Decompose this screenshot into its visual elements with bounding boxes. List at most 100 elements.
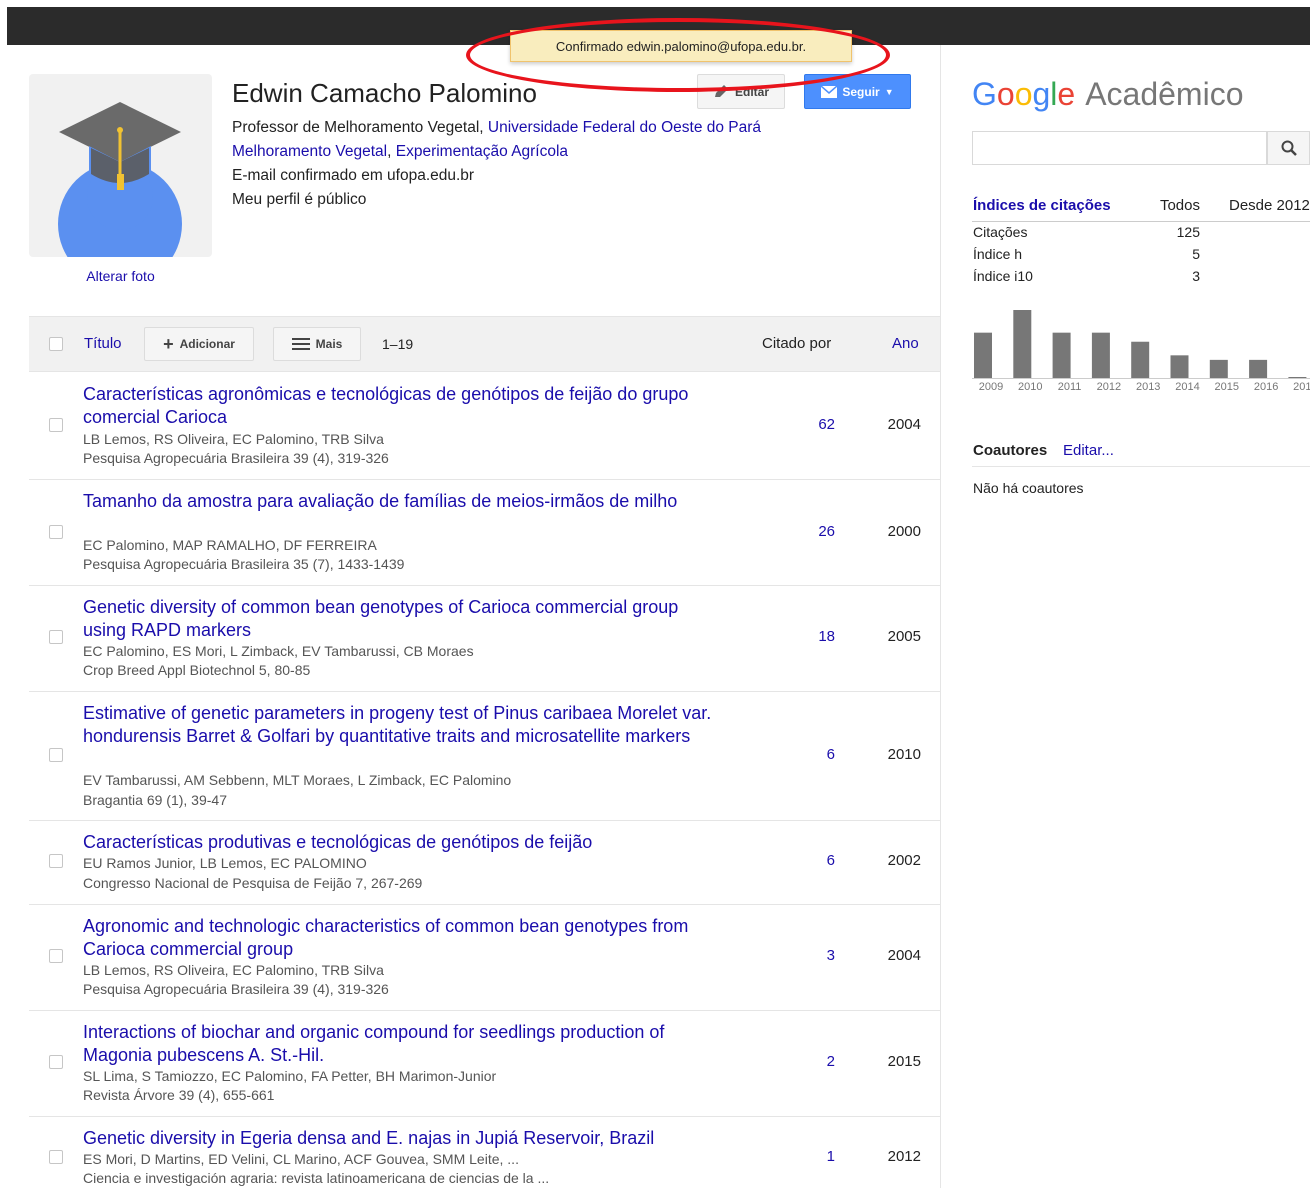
row-checkbox[interactable] — [49, 630, 63, 644]
chart-tick-label: 2015 — [1215, 381, 1239, 393]
annotation-circle — [466, 18, 890, 92]
chart-bar-2012[interactable] — [1091, 332, 1110, 378]
search-button[interactable] — [1267, 131, 1310, 165]
article-venue: Pesquisa Agropecuária Brasileira 35 (7),… — [83, 556, 405, 572]
chart-tick-label: 2013 — [1136, 381, 1160, 393]
chart-bar-2011[interactable] — [1052, 332, 1071, 378]
row-checkbox[interactable] — [49, 949, 63, 963]
sort-by-cited[interactable]: Citado por — [762, 335, 831, 352]
google-scholar-logo[interactable]: Google Acadêmico — [972, 76, 1243, 113]
table-row: Estimative of genetic parameters in prog… — [29, 692, 940, 821]
google-wordmark: Google — [972, 76, 1076, 112]
article-year: 2002 — [887, 852, 921, 869]
row-checkbox[interactable] — [49, 525, 63, 539]
chart-tick-label: 2012 — [1097, 381, 1121, 393]
table-row: Interactions of biochar and organic comp… — [29, 1011, 940, 1117]
row-checkbox[interactable] — [49, 854, 63, 868]
article-title-link[interactable]: Agronomic and technologic characteristic… — [83, 915, 723, 961]
table-row: Genetic diversity of common bean genotyp… — [29, 586, 940, 692]
affiliation-link[interactable]: Universidade Federal do Oeste do Pará — [488, 119, 761, 136]
article-title-link[interactable]: Características produtivas e tecnológica… — [83, 831, 723, 854]
col-all-header: Todos — [1159, 197, 1200, 214]
stat-all-value: 125 — [1176, 224, 1200, 240]
more-menu-button[interactable]: Mais — [273, 327, 361, 361]
chart-bar-2013[interactable] — [1131, 341, 1150, 378]
article-year: 2012 — [887, 1148, 921, 1165]
article-venue: Crop Breed Appl Biotechnol 5, 80-85 — [83, 662, 311, 678]
change-photo-link[interactable]: Alterar foto — [29, 268, 212, 284]
stat-all-value: 5 — [1192, 246, 1200, 262]
stat-since-value: 44 — [1229, 224, 1310, 240]
article-venue: Pesquisa Agropecuária Brasileira 39 (4),… — [83, 981, 389, 997]
sort-by-title[interactable]: Título — [84, 335, 122, 352]
row-checkbox[interactable] — [49, 1055, 63, 1069]
article-title-link[interactable]: Tamanho da amostra para avaliação de fam… — [83, 490, 723, 513]
citation-indices-title[interactable]: Índices de citações — [973, 197, 1111, 214]
chart-bar-2010[interactable] — [1013, 310, 1032, 378]
article-venue: Ciencia e investigación agraria: revista… — [83, 1170, 550, 1186]
cited-by-link[interactable]: 1 — [769, 1148, 835, 1165]
chart-bar-2015[interactable] — [1209, 359, 1228, 378]
chart-tick-label: 2016 — [1254, 381, 1278, 393]
stats-divider — [972, 221, 1310, 222]
article-title-link[interactable]: Genetic diversity of common bean genotyp… — [83, 596, 723, 642]
chart-tick-label: 2009 — [979, 381, 1003, 393]
sort-by-year[interactable]: Ano — [892, 335, 919, 352]
add-article-button[interactable]: + Adicionar — [144, 327, 254, 361]
coauthors-edit-link[interactable]: Editar... — [1063, 442, 1114, 459]
article-authors: EC Palomino, MAP RAMALHO, DF FERREIRA — [83, 537, 377, 553]
product-name: Acadêmico — [1085, 76, 1244, 112]
graduate-avatar-icon — [58, 102, 182, 257]
chevron-down-icon: ▼ — [884, 86, 894, 97]
chart-tick-label: 2017 — [1293, 381, 1310, 393]
article-authors: EU Ramos Junior, LB Lemos, EC PALOMINO — [83, 855, 367, 871]
stat-label: Citações — [973, 224, 1028, 240]
table-row: Genetic diversity in Egeria densa and E.… — [29, 1117, 940, 1188]
article-authors: LB Lemos, RS Oliveira, EC Palomino, TRB … — [83, 962, 384, 978]
article-year: 2000 — [887, 523, 921, 540]
profile-public-status: Meu perfil é público — [232, 191, 367, 208]
table-row: Características produtivas e tecnológica… — [29, 821, 940, 905]
results-range: 1–19 — [382, 336, 414, 352]
article-year: 2004 — [887, 416, 921, 433]
row-checkbox[interactable] — [49, 748, 63, 762]
article-venue: Pesquisa Agropecuária Brasileira 39 (4),… — [83, 450, 389, 466]
select-all-checkbox[interactable] — [49, 337, 63, 351]
cited-by-link[interactable]: 26 — [769, 523, 835, 540]
article-title-link[interactable]: Características agronômicas e tecnológic… — [83, 383, 723, 429]
cited-by-link[interactable]: 6 — [769, 852, 835, 869]
search-input[interactable] — [972, 131, 1267, 165]
chart-bar-2014[interactable] — [1170, 355, 1189, 378]
menu-icon — [291, 338, 310, 350]
profile-role: Professor de Melhoramento Vegetal, — [232, 119, 484, 136]
search-icon — [1281, 140, 1297, 156]
profile-affiliation-line: Professor de Melhoramento Vegetal, Unive… — [232, 116, 761, 140]
article-year: 2015 — [887, 1053, 921, 1070]
profile-photo[interactable] — [29, 74, 212, 257]
chart-tick-label: 2010 — [1018, 381, 1042, 393]
article-year: 2004 — [887, 947, 921, 964]
article-authors: LB Lemos, RS Oliveira, EC Palomino, TRB … — [83, 431, 384, 447]
table-row: Tamanho da amostra para avaliação de fam… — [29, 480, 940, 586]
stat-since-value: 4 — [1229, 246, 1310, 262]
cited-by-link[interactable]: 6 — [769, 746, 835, 763]
article-title-link[interactable]: Genetic diversity in Egeria densa and E.… — [83, 1127, 723, 1150]
row-checkbox[interactable] — [49, 1150, 63, 1164]
interest-link-1[interactable]: Melhoramento Vegetal — [232, 143, 387, 160]
article-title-link[interactable]: Interactions of biochar and organic comp… — [83, 1021, 723, 1067]
chart-bar-2017[interactable] — [1288, 377, 1307, 378]
table-row: Agronomic and technologic characteristic… — [29, 905, 940, 1011]
cited-by-link[interactable]: 62 — [769, 416, 835, 433]
article-venue: Revista Árvore 39 (4), 655-661 — [83, 1087, 275, 1103]
cited-by-link[interactable]: 3 — [769, 947, 835, 964]
cited-by-link[interactable]: 2 — [769, 1053, 835, 1070]
article-title-link[interactable]: Estimative of genetic parameters in prog… — [83, 702, 723, 748]
article-year: 2010 — [887, 746, 921, 763]
chart-bar-2009[interactable] — [974, 332, 992, 378]
stat-all-value: 3 — [1192, 268, 1200, 284]
stat-since-value: 1 — [1229, 268, 1310, 284]
cited-by-link[interactable]: 18 — [769, 628, 835, 645]
interest-link-2[interactable]: Experimentação Agrícola — [396, 143, 568, 160]
row-checkbox[interactable] — [49, 418, 63, 432]
chart-bar-2016[interactable] — [1249, 359, 1268, 378]
